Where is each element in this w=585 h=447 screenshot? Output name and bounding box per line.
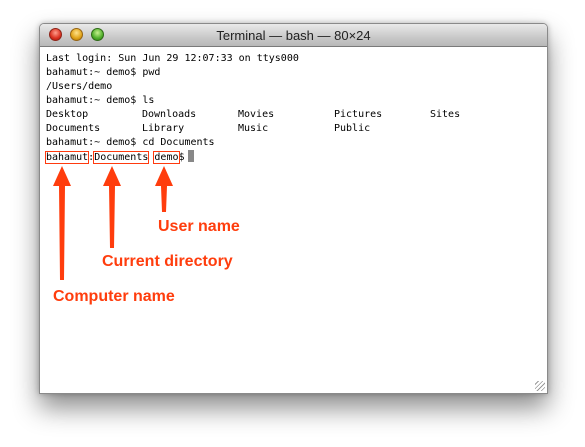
annotation-arrows (53, 166, 173, 280)
arrow-computer-name-icon (53, 166, 71, 280)
arrow-current-directory-icon (103, 166, 121, 248)
arrow-user-name-icon (155, 166, 173, 212)
annotation-user-name: User name (158, 218, 240, 235)
annotation-current-directory: Current directory (102, 253, 233, 270)
annotation-computer-name: Computer name (53, 288, 175, 305)
